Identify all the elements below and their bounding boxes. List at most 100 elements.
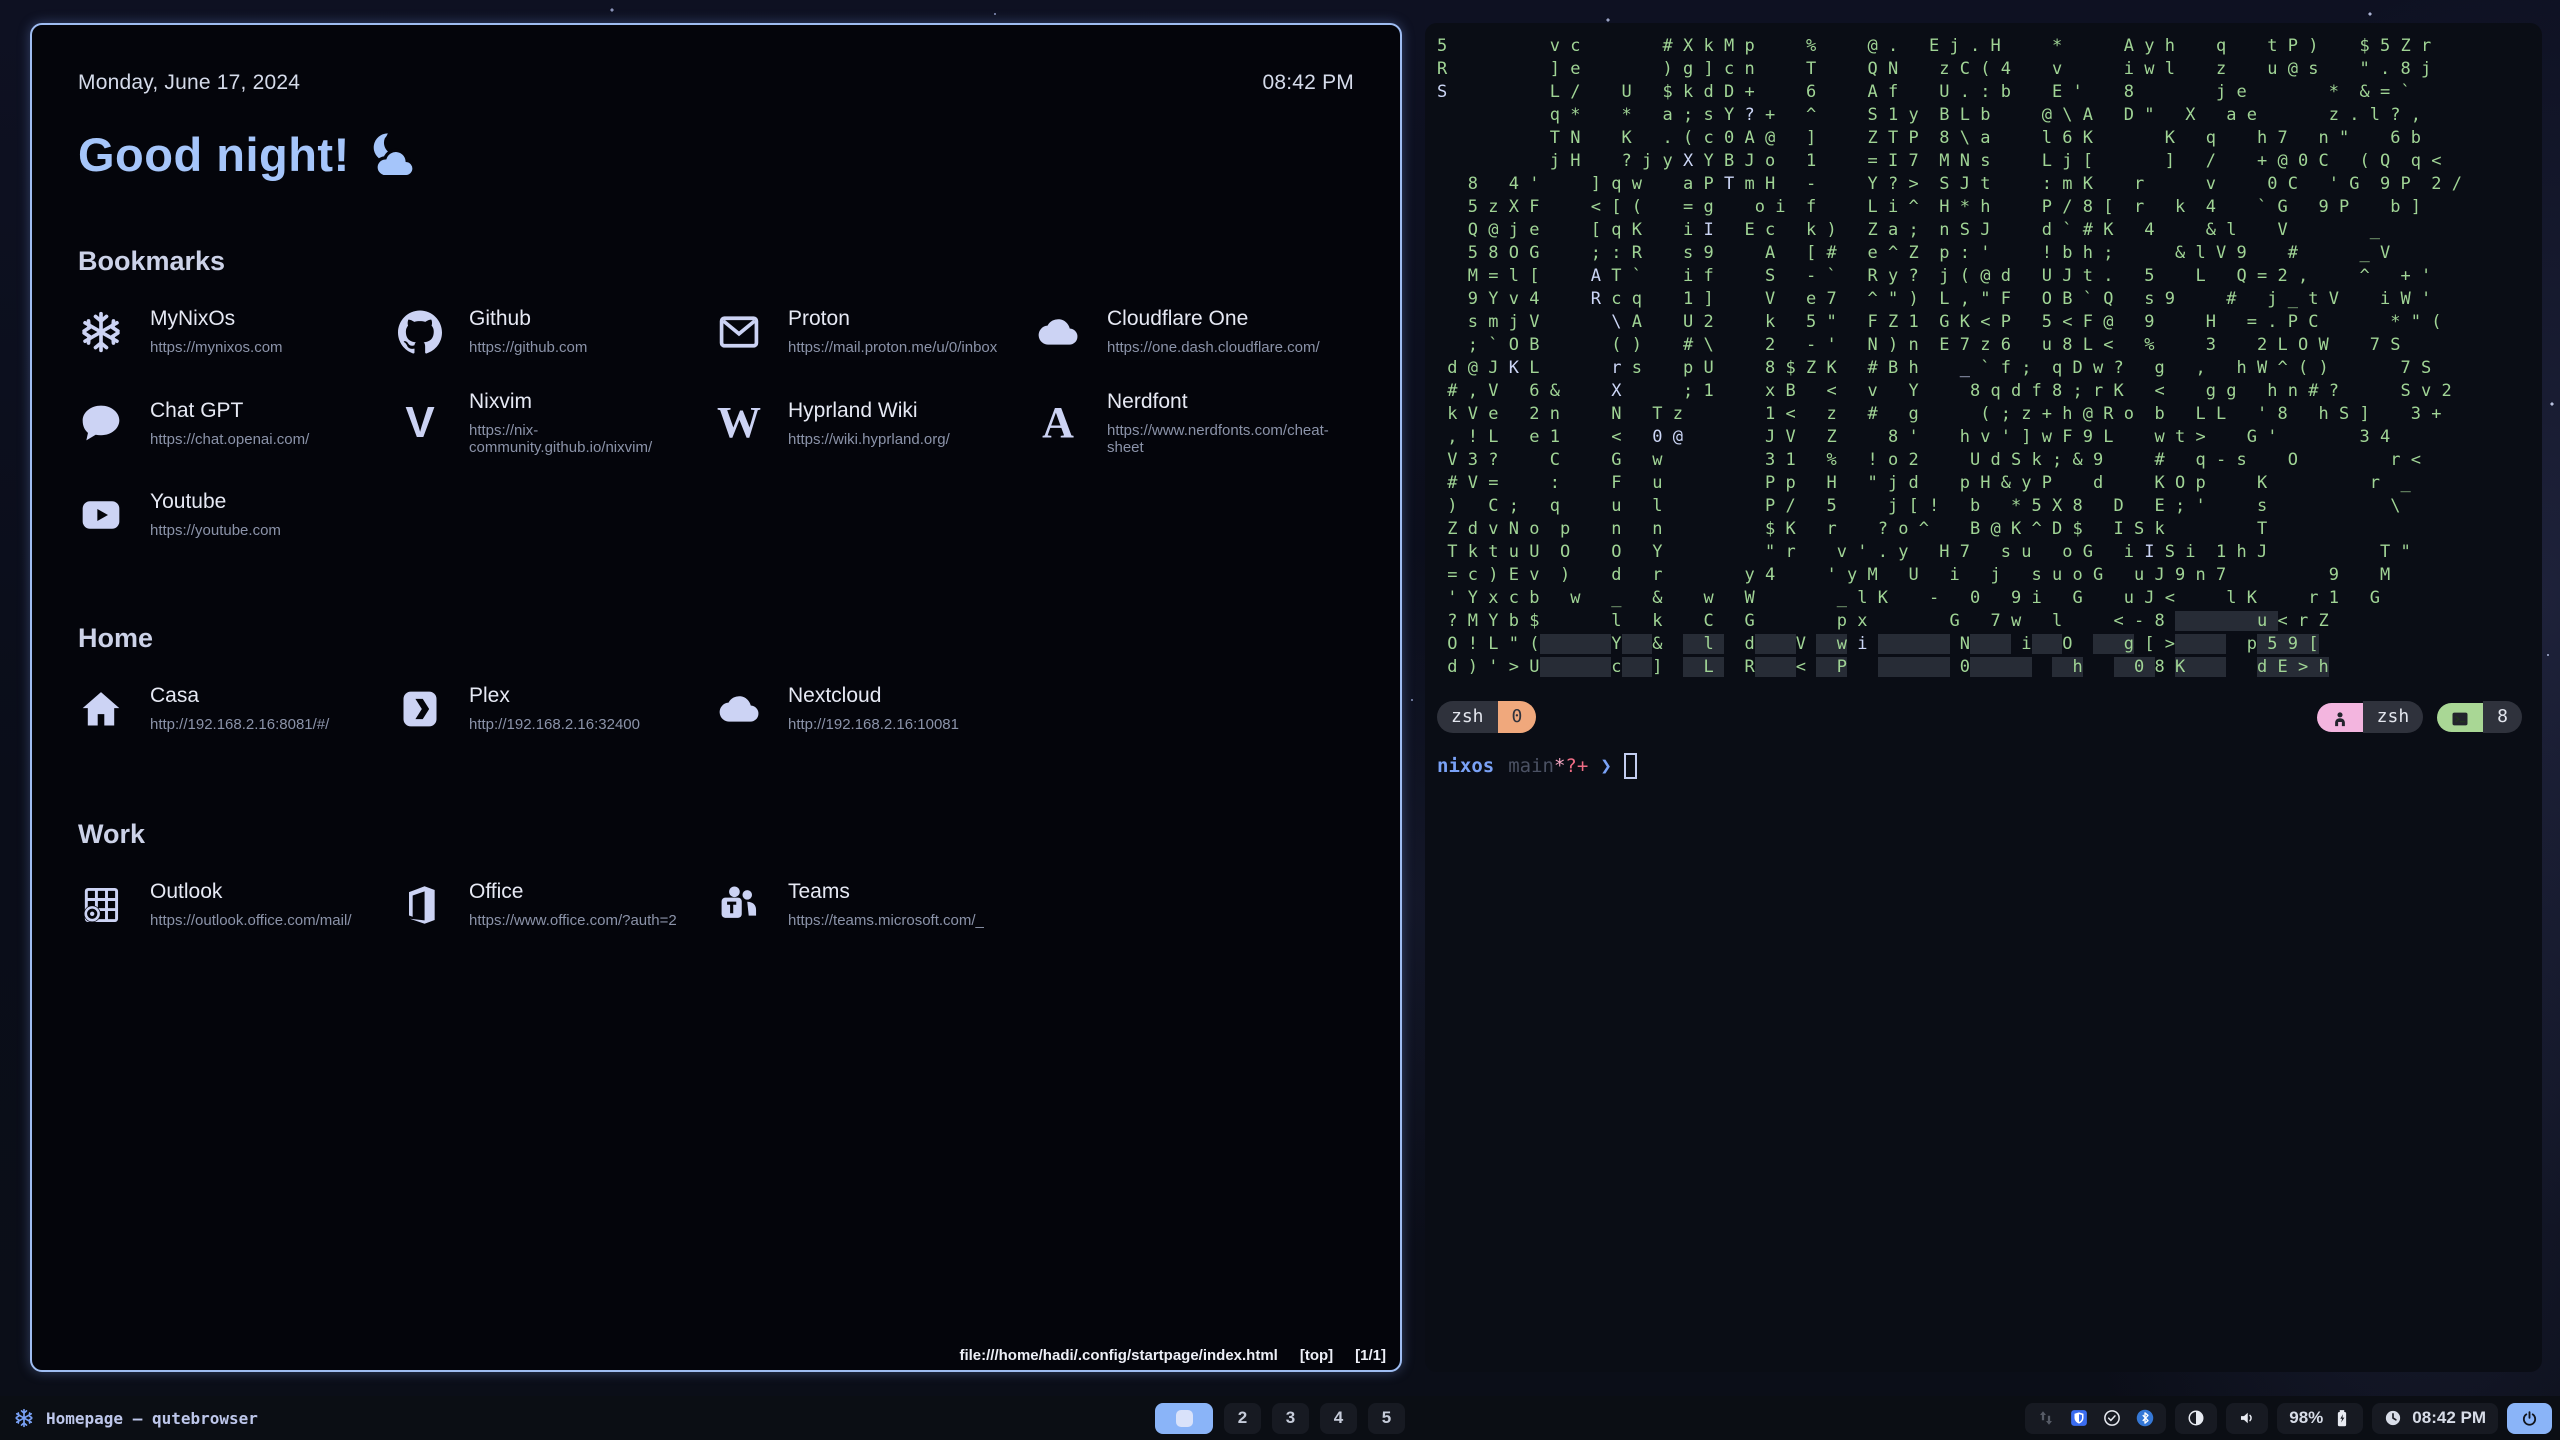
cloud-icon — [716, 686, 762, 732]
link-url: http://192.168.2.16:8081/#/ — [150, 716, 329, 733]
letter-a-icon: A — [1035, 400, 1081, 446]
link-item[interactable]: Chat GPT https://chat.openai.com/ — [78, 390, 397, 456]
link-url: https://mail.proton.me/u/0/inbox — [788, 339, 997, 356]
startpage-section: Bookmarks MyNixOs https://mynixos.com Gi… — [78, 246, 1354, 539]
link-url: https://github.com — [469, 339, 587, 356]
greeting-text: Good night! — [78, 127, 350, 182]
waybar: Homepage — qutebrowser 2345 98% 08:42 PM — [0, 1396, 2560, 1440]
startpage-sections: Bookmarks MyNixOs https://mynixos.com Gi… — [78, 246, 1354, 929]
link-title: Nerdfont — [1107, 390, 1354, 414]
prompt-git-branch: main — [1508, 755, 1554, 777]
battery-module[interactable]: 98% — [2277, 1403, 2363, 1434]
link-item[interactable]: Teams https://teams.microsoft.com/_ — [716, 880, 1035, 929]
power-icon — [2521, 1410, 2538, 1427]
outlook-icon — [78, 882, 124, 928]
link-url: https://youtube.com — [150, 522, 281, 539]
tab-zsh[interactable]: zsh 0 — [1437, 701, 1536, 733]
nightlight-module[interactable] — [2175, 1403, 2217, 1434]
link-item[interactable]: W Hyprland Wiki https://wiki.hyprland.or… — [716, 390, 1035, 456]
user-icon — [2317, 703, 2363, 732]
prompt-git-star: * — [1554, 755, 1565, 777]
link-url: https://chat.openai.com/ — [150, 431, 309, 448]
snowflake-icon — [78, 309, 124, 355]
zellij-tab-bar: zsh 0 zsh 8 — [1437, 701, 2542, 733]
active-workspace-dot — [1176, 1410, 1193, 1427]
section-title: Home — [78, 623, 1354, 654]
link-item[interactable]: A Nerdfont https://www.nerdfonts.com/che… — [1035, 390, 1354, 456]
session-user-widget: zsh — [2317, 701, 2424, 733]
workspace-3[interactable]: 3 — [1272, 1403, 1309, 1434]
qutebrowser-window: Monday, June 17, 2024 08:42 PM Good nigh… — [30, 23, 1402, 1372]
office-icon — [397, 882, 443, 928]
check-circle-icon[interactable] — [2103, 1409, 2121, 1427]
session-shell-label: zsh — [2363, 701, 2424, 733]
link-item[interactable]: MyNixOs https://mynixos.com — [78, 307, 397, 356]
greeting: Good night! — [78, 127, 1354, 182]
link-url: http://192.168.2.16:10081 — [788, 716, 959, 733]
workspace-4[interactable]: 4 — [1320, 1403, 1357, 1434]
link-url: https://www.nerdfonts.com/cheat-sheet — [1107, 422, 1354, 456]
link-url: https://teams.microsoft.com/_ — [788, 912, 984, 929]
system-tray — [2025, 1403, 2166, 1434]
workspace-2[interactable]: 2 — [1224, 1403, 1261, 1434]
link-title: Casa — [150, 684, 329, 708]
pane-count: 8 — [2483, 701, 2522, 733]
statusbar-url: file:///home/hadi/.config/startpage/inde… — [959, 1347, 1277, 1364]
power-button[interactable] — [2507, 1403, 2552, 1434]
chat-icon — [78, 400, 124, 446]
link-url: http://192.168.2.16:32400 — [469, 716, 640, 733]
link-item[interactable]: Nextcloud http://192.168.2.16:10081 — [716, 684, 1035, 733]
letter-w-icon: W — [716, 400, 762, 446]
link-title: Nixvim — [469, 390, 716, 414]
qutebrowser-statusbar: file:///home/hadi/.config/startpage/inde… — [951, 1343, 1394, 1368]
time-label: 08:42 PM — [1263, 71, 1355, 95]
link-url: https://outlook.office.com/mail/ — [150, 912, 351, 929]
workspace-5[interactable]: 5 — [1368, 1403, 1405, 1434]
link-title: Proton — [788, 307, 997, 331]
link-item[interactable]: V Nixvim https://nix-community.github.io… — [397, 390, 716, 456]
workspace-1-active[interactable] — [1155, 1403, 1213, 1434]
desktop: { "startpage": { "date": "Monday, June 1… — [0, 0, 2560, 1440]
link-item[interactable]: Github https://github.com — [397, 307, 716, 356]
terminal-window: 5 v c # X k M p % @ . E j . H * A y h q … — [1425, 23, 2542, 1372]
link-title: Chat GPT — [150, 399, 309, 423]
link-title: Outlook — [150, 880, 351, 904]
mail-icon — [716, 309, 762, 355]
shell-prompt[interactable]: nixos main * ?+ ❯ — [1437, 753, 2542, 779]
plex-icon — [397, 686, 443, 732]
clock-module[interactable]: 08:42 PM — [2372, 1403, 2498, 1434]
link-title: Nextcloud — [788, 684, 959, 708]
link-title: Plex — [469, 684, 640, 708]
link-item[interactable]: Cloudflare One https://one.dash.cloudfla… — [1035, 307, 1354, 356]
clock-icon — [2384, 1409, 2402, 1427]
link-url: https://wiki.hyprland.org/ — [788, 431, 950, 448]
link-url: https://www.office.com/?auth=2 — [469, 912, 677, 929]
link-title: Hyprland Wiki — [788, 399, 950, 423]
link-item[interactable]: Outlook https://outlook.office.com/mail/ — [78, 880, 397, 929]
youtube-icon — [78, 492, 124, 538]
cloud-icon — [1035, 309, 1081, 355]
link-item[interactable]: Office https://www.office.com/?auth=2 — [397, 880, 716, 929]
statusbar-scroll-position: [top] — [1300, 1347, 1333, 1364]
waybar-window-title-module: Homepage — qutebrowser — [8, 1408, 258, 1428]
tab-bar-right: zsh 8 — [2317, 701, 2522, 733]
bitwarden-shield-icon[interactable] — [2070, 1409, 2088, 1427]
bluetooth-icon[interactable] — [2136, 1409, 2154, 1427]
link-item[interactable]: Youtube https://youtube.com — [78, 490, 397, 539]
date-label: Monday, June 17, 2024 — [78, 71, 300, 95]
section-title: Work — [78, 819, 1354, 850]
kdeconnect-icon[interactable] — [2037, 1409, 2055, 1427]
link-item[interactable]: Proton https://mail.proton.me/u/0/inbox — [716, 307, 1035, 356]
link-title: Teams — [788, 880, 984, 904]
section-grid: Casa http://192.168.2.16:8081/#/ Plex ht… — [78, 684, 1354, 733]
github-icon — [397, 309, 443, 355]
link-item[interactable]: Plex http://192.168.2.16:32400 — [397, 684, 716, 733]
tab-shell-label: zsh — [1437, 701, 1498, 733]
active-window-title: Homepage — qutebrowser — [46, 1409, 258, 1428]
section-title: Bookmarks — [78, 246, 1354, 277]
pane-count-widget: 8 — [2437, 701, 2522, 733]
startpage-section: Work Outlook https://outlook.office.com/… — [78, 819, 1354, 929]
workspaces-module: 2345 — [1155, 1403, 1405, 1434]
volume-module[interactable] — [2226, 1403, 2268, 1434]
link-item[interactable]: Casa http://192.168.2.16:8081/#/ — [78, 684, 397, 733]
